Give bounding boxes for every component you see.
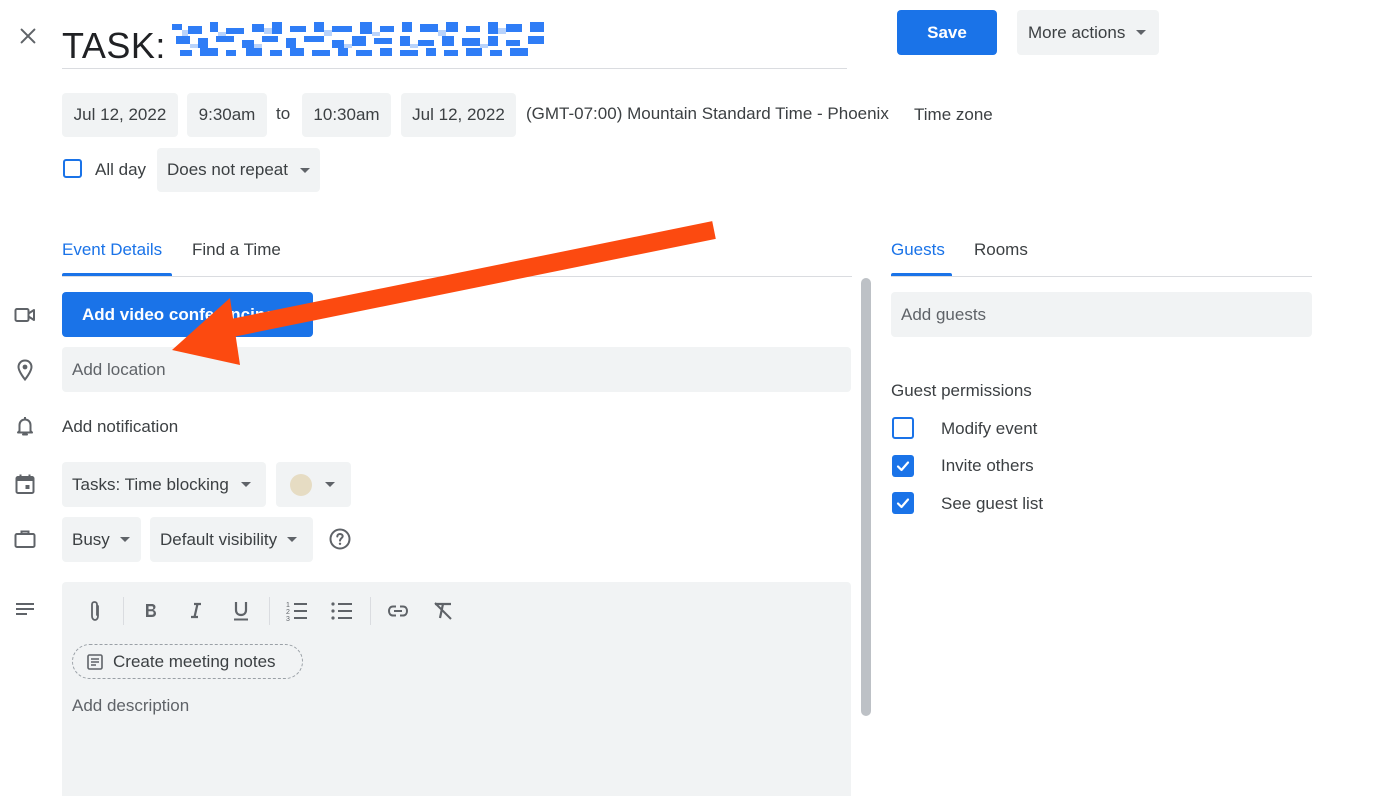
add-video-conferencing-label: Add video conferencing [82, 304, 276, 324]
tabs-divider [62, 276, 852, 277]
add-notification-button[interactable]: Add notification [62, 417, 178, 437]
tab-event-details[interactable]: Event Details [62, 240, 162, 260]
toolbar-divider [269, 597, 270, 625]
clear-formatting-icon[interactable] [429, 597, 457, 625]
active-tab-indicator [891, 273, 952, 276]
guest-permissions-title: Guest permissions [891, 381, 1032, 400]
active-tab-indicator [62, 273, 172, 276]
chevron-down-icon [299, 167, 310, 173]
checkmark-icon [896, 461, 910, 472]
see-guest-list-checkbox[interactable] [892, 492, 914, 514]
more-actions-label: More actions [1028, 22, 1126, 42]
link-icon[interactable] [384, 597, 412, 625]
chevron-down-icon [1136, 30, 1147, 35]
start-time-field[interactable]: 9:30am [187, 93, 267, 137]
checkmark-icon [896, 498, 910, 509]
tab-rooms[interactable]: Rooms [974, 240, 1028, 260]
description-placeholder: Add description [72, 696, 190, 715]
toolbar-divider [370, 597, 371, 625]
modify-event-checkbox[interactable] [892, 417, 914, 439]
description-lines-icon [12, 597, 38, 623]
save-button[interactable]: Save [897, 10, 997, 55]
timezone-button[interactable]: Time zone [914, 105, 993, 125]
chevron-down-icon [325, 482, 335, 487]
tabs-divider [891, 276, 1312, 277]
create-meeting-notes-button[interactable]: Create meeting notes [72, 644, 303, 679]
repeat-dropdown[interactable]: Does not repeat [157, 148, 320, 192]
all-day-label: All day [95, 160, 147, 179]
event-color-select[interactable] [276, 462, 351, 507]
svg-text:3: 3 [286, 616, 290, 622]
to-separator: to [276, 104, 291, 123]
start-date-field[interactable]: Jul 12, 2022 [62, 93, 178, 137]
location-pin-icon [12, 357, 38, 383]
add-guests-input[interactable] [891, 292, 1312, 337]
create-meeting-notes-label: Create meeting notes [113, 651, 276, 671]
chevron-down-icon [240, 482, 251, 487]
more-actions-button[interactable]: More actions [1017, 10, 1159, 55]
chevron-down-icon [287, 537, 298, 542]
invite-others-checkbox[interactable] [892, 455, 914, 477]
svg-text:2: 2 [286, 609, 290, 616]
timezone-text: (GMT-07:00) Mountain Standard Time - Pho… [526, 104, 889, 123]
bold-icon[interactable] [137, 597, 165, 625]
availability-value: Busy [72, 529, 110, 549]
briefcase-icon [12, 526, 38, 552]
bulleted-list-icon[interactable] [328, 597, 356, 625]
see-guest-list-label: See guest list [941, 494, 1044, 513]
svg-text:1: 1 [286, 602, 290, 609]
calendar-icon [12, 471, 38, 497]
underline-icon[interactable] [227, 597, 255, 625]
chevron-down-icon [119, 537, 130, 542]
chevron-down-icon [287, 312, 298, 317]
repeat-value: Does not repeat [167, 160, 288, 179]
calendar-select-value: Tasks: Time blocking [72, 474, 229, 494]
tab-guests[interactable]: Guests [891, 240, 945, 260]
title-prefix: TASK: [62, 25, 166, 66]
modify-event-label: Modify event [941, 419, 1038, 438]
help-icon[interactable] [328, 527, 352, 551]
add-video-conferencing-button[interactable]: Add video conferencing [62, 292, 313, 337]
invite-others-label: Invite others [941, 456, 1034, 475]
redacted-title-text [172, 22, 544, 56]
toolbar-divider [123, 597, 124, 625]
title-field[interactable]: TASK: [62, 10, 847, 69]
notes-doc-icon [87, 653, 103, 670]
color-swatch [290, 473, 312, 496]
tab-find-a-time[interactable]: Find a Time [192, 240, 281, 260]
scrollbar[interactable] [861, 278, 871, 716]
bell-icon [12, 413, 38, 439]
visibility-value: Default visibility [160, 529, 278, 549]
all-day-checkbox[interactable] [63, 159, 82, 178]
numbered-list-icon[interactable]: 123 [283, 597, 311, 625]
calendar-select[interactable]: Tasks: Time blocking [62, 462, 266, 507]
location-input[interactable] [62, 347, 851, 392]
italic-icon[interactable] [182, 597, 210, 625]
end-time-field[interactable]: 10:30am [302, 93, 391, 137]
attach-icon[interactable] [81, 597, 109, 625]
availability-select[interactable]: Busy [62, 517, 141, 562]
close-icon[interactable] [12, 20, 44, 52]
video-camera-icon [12, 302, 38, 328]
visibility-select[interactable]: Default visibility [150, 517, 313, 562]
end-date-field[interactable]: Jul 12, 2022 [401, 93, 516, 137]
